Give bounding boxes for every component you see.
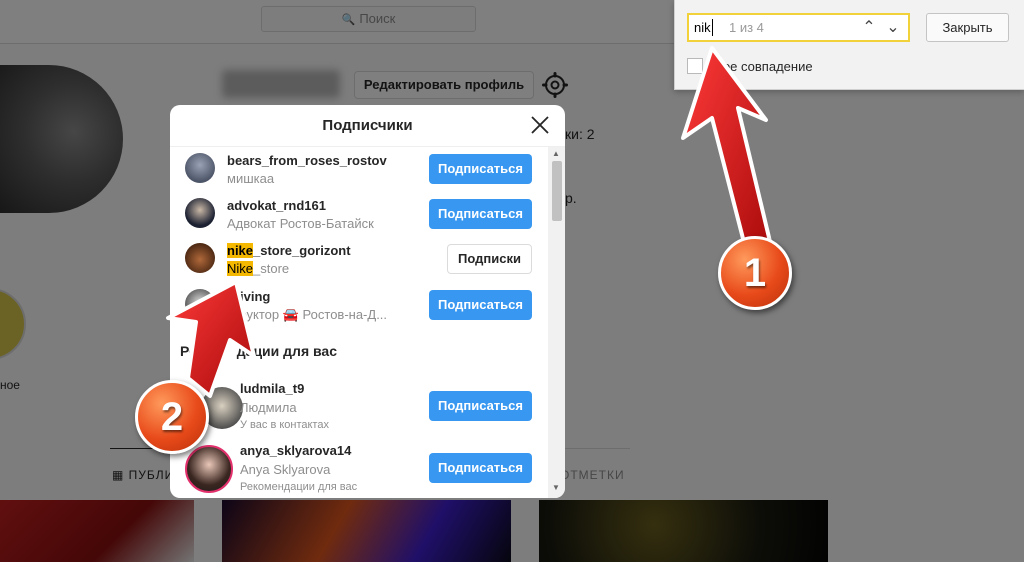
heading-part: дации для вас [236,343,337,359]
step-badge-2: 2 [135,380,209,454]
avatar[interactable] [185,243,215,273]
exact-match-checkbox[interactable] [687,58,703,74]
exact-match-label: чное совпадение [709,59,813,74]
follow-button[interactable]: Подписаться [429,290,532,320]
scroll-thumb[interactable] [552,161,562,221]
username-rest: _store_gorizont [253,243,351,258]
chevron-down-icon[interactable]: ⌄ [883,17,903,39]
heading-part: Ре [180,343,197,359]
step-badge-1: 1 [718,236,792,310]
follower-username[interactable]: bears_from_roses_rostov [227,153,387,168]
follower-username[interactable]: nike_store_gorizont [227,243,351,258]
follower-fullname: мишкаа [227,171,275,186]
avatar[interactable] [185,445,233,493]
recommendation-fullname: Anya Sklyarova [240,462,331,477]
following-button[interactable]: Подписки [447,244,532,274]
find-query: nik [694,20,711,35]
modal-header: Подписчики [170,105,565,147]
close-icon[interactable] [529,114,551,136]
find-match-count: 1 из 4 [729,20,764,35]
follow-button[interactable]: Подписаться [429,453,532,483]
recommendation-username[interactable]: anya_sklyarova14 [240,443,351,458]
followers-modal: Подписчики bears_from_roses_rostov мишка… [170,105,565,498]
text-caret [712,19,713,36]
scrollbar[interactable]: ▲ ▼ [548,147,565,498]
scroll-down-icon[interactable]: ▼ [552,483,560,492]
follow-button[interactable]: Подписаться [429,199,532,229]
follower-fullname: Nike_store [227,261,289,276]
follow-button[interactable]: Подписаться [429,391,532,421]
chevron-up-icon[interactable]: ⌃ [859,17,879,39]
recommendation-reason: Рекомендации для вас [240,481,358,493]
search-match-highlight: nike [227,243,254,258]
follower-fullname: структор 🚘 Ростов-на-Д... [227,307,388,322]
modal-title: Подписчики [322,117,413,134]
follow-button[interactable]: Подписаться [429,154,532,184]
search-match-highlight: Nike [227,261,254,276]
recommendation-username[interactable]: ludmila_t9 [240,381,304,396]
close-find-button[interactable]: Закрыть [926,13,1009,42]
fullname-rest: _store [253,261,290,276]
recommendation-reason: У вас в контактах [240,419,329,431]
follower-fullname: Адвокат Ростов-Батайск [227,216,374,231]
recommendation-fullname: Людмила [240,400,297,415]
scroll-up-icon[interactable]: ▲ [552,149,560,158]
follower-username[interactable]: driving [227,289,270,304]
avatar[interactable] [185,198,215,228]
avatar[interactable] [185,289,215,319]
recommendations-heading: Ре дации для вас [180,343,337,359]
find-input[interactable]: nik 1 из 4 ⌃ ⌄ [687,13,910,42]
avatar[interactable] [185,153,215,183]
follower-username[interactable]: advokat_rnd161 [227,198,326,213]
find-in-page-bar: nik 1 из 4 ⌃ ⌄ Закрыть чное совпадение [674,0,1024,90]
